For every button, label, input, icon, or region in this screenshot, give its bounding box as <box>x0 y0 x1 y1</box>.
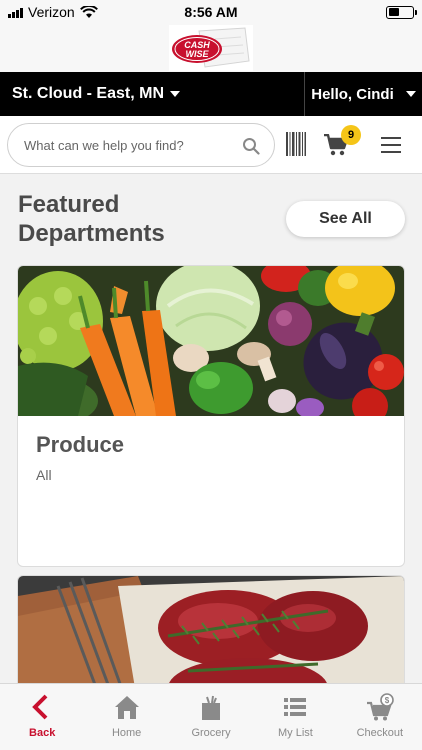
account-menu[interactable]: Hello, Cindi <box>304 72 422 116</box>
carrier-label: Verizon <box>28 4 75 20</box>
hamburger-menu-icon[interactable] <box>381 137 401 153</box>
produce-photo <box>18 266 404 416</box>
status-left: Verizon <box>8 4 98 20</box>
checkout-cart-icon: $ <box>366 693 394 721</box>
list-icon <box>284 698 307 716</box>
logo-band: CASH WISE <box>0 24 422 72</box>
tab-home[interactable]: Home <box>84 684 168 750</box>
tab-back[interactable]: Back <box>0 684 84 750</box>
tab-label: My List <box>278 727 313 739</box>
svg-text:WISE: WISE <box>185 49 209 59</box>
tab-grocery[interactable]: Grocery <box>169 684 253 750</box>
featured-departments-heading: Featured Departments <box>18 190 218 248</box>
home-icon <box>114 696 139 719</box>
search-input[interactable] <box>24 137 234 153</box>
wifi-icon <box>79 5 98 18</box>
tab-label: Back <box>29 727 56 739</box>
store-bar: St. Cloud - East, MN Hello, Cindi <box>0 72 422 116</box>
search-icon[interactable] <box>242 137 260 155</box>
back-chevron-icon <box>32 694 48 720</box>
cart-count-badge: 9 <box>341 125 361 145</box>
department-title: Produce <box>36 432 125 457</box>
store-selector[interactable]: St. Cloud - East, MN <box>0 72 304 116</box>
tab-checkout[interactable]: $ Checkout <box>338 684 422 750</box>
grocery-bag-icon <box>202 695 221 720</box>
see-all-button[interactable]: See All <box>286 201 405 237</box>
tab-my-list[interactable]: My List <box>253 684 337 750</box>
tab-label: Checkout <box>356 727 404 739</box>
svg-text:$: $ <box>385 696 390 705</box>
heading-line-2: Departments <box>18 220 165 247</box>
caret-down-icon <box>170 91 180 97</box>
department-subtitle: All <box>36 467 52 483</box>
app-screen: Verizon 8:56 AM CASH WISE St. Cloud - Ea… <box>0 0 422 750</box>
store-name: St. Cloud - East, MN <box>12 85 164 102</box>
heading-line-1: Featured <box>18 191 120 218</box>
tab-label: Grocery <box>191 727 231 739</box>
search-box[interactable] <box>7 123 275 167</box>
department-card-produce[interactable]: Produce All <box>17 265 405 567</box>
search-toolbar <box>0 116 422 174</box>
caret-down-icon <box>405 91 416 97</box>
signal-icon <box>8 7 23 18</box>
battery-icon <box>386 5 417 19</box>
tab-label: Home <box>111 727 142 739</box>
bottom-tab-bar: Back Home Grocery My List $ Checkout <box>0 683 422 750</box>
status-bar: Verizon 8:56 AM <box>0 0 422 24</box>
cash-wise-logo: CASH WISE <box>169 25 253 71</box>
barcode-scan-icon[interactable] <box>286 132 306 156</box>
greeting-label: Hello, Cindi <box>311 85 394 103</box>
